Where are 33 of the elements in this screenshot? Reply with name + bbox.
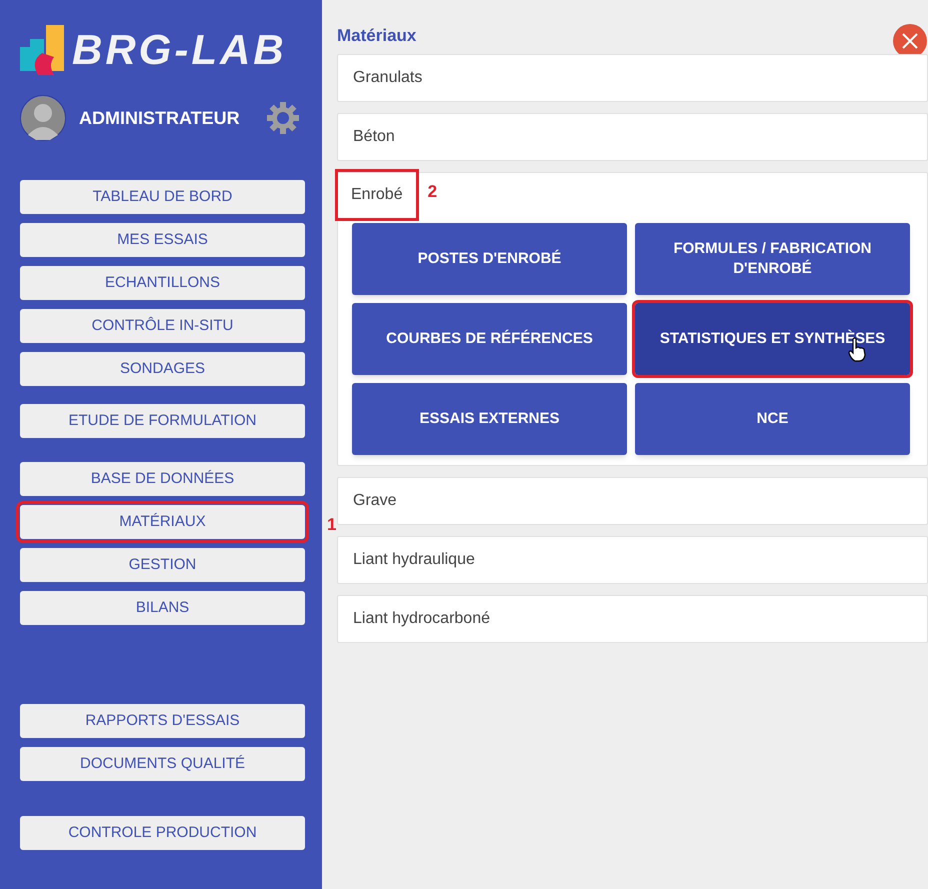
nav-button[interactable]: BASE DE DONNÉES — [20, 462, 305, 496]
accordion-header[interactable]: Liant hydraulique — [353, 548, 475, 572]
brand-name: BRG-LAB — [72, 29, 287, 71]
nav-button[interactable]: SONDAGES — [20, 352, 305, 386]
accordion-header[interactable]: Grave — [353, 489, 397, 513]
menu-tile[interactable]: STATISTIQUES ET SYNTHÈSES — [635, 303, 910, 375]
page-title: Matériaux — [337, 25, 416, 48]
nav-button[interactable]: ECHANTILLONS — [20, 266, 305, 300]
close-icon — [901, 32, 919, 50]
menu-tile[interactable]: POSTES D'ENROBÉ — [352, 223, 627, 295]
menu-tile[interactable]: NCE — [635, 383, 910, 455]
menu-tile[interactable]: ESSAIS EXTERNES — [352, 383, 627, 455]
user-name: ADMINISTRATEUR — [79, 106, 240, 130]
menu-tile[interactable]: FORMULES / FABRICATION D'ENROBÉ — [635, 223, 910, 295]
avatar-icon — [20, 95, 66, 141]
nav-button[interactable]: MATÉRIAUX — [20, 505, 305, 539]
nav-button[interactable]: DOCUMENTS QUALITÉ — [20, 747, 305, 781]
nav-button[interactable]: TABLEAU DE BORD — [20, 180, 305, 214]
nav-button[interactable]: GESTION — [20, 548, 305, 582]
nav-button[interactable]: RAPPORTS D'ESSAIS — [20, 704, 305, 738]
accordion-header[interactable]: Enrobé — [338, 172, 416, 218]
menu-tile[interactable]: COURBES DE RÉFÉRENCES — [352, 303, 627, 375]
nav-button[interactable]: ETUDE DE FORMULATION — [20, 404, 305, 438]
step-number: 1 — [327, 514, 336, 536]
nav-button[interactable]: MES ESSAIS — [20, 223, 305, 257]
nav-button[interactable]: BILANS — [20, 591, 305, 625]
accordion-header[interactable]: Granulats — [353, 66, 422, 90]
accordion-header[interactable]: Liant hydrocarboné — [353, 607, 490, 631]
nav-button[interactable]: CONTRÔLE IN-SITU — [20, 309, 305, 343]
step-number: 2 — [428, 181, 438, 204]
accordion-header[interactable]: Béton — [353, 125, 395, 149]
nav-button[interactable]: CONTROLE PRODUCTION — [20, 816, 305, 850]
settings-icon[interactable] — [266, 101, 300, 135]
